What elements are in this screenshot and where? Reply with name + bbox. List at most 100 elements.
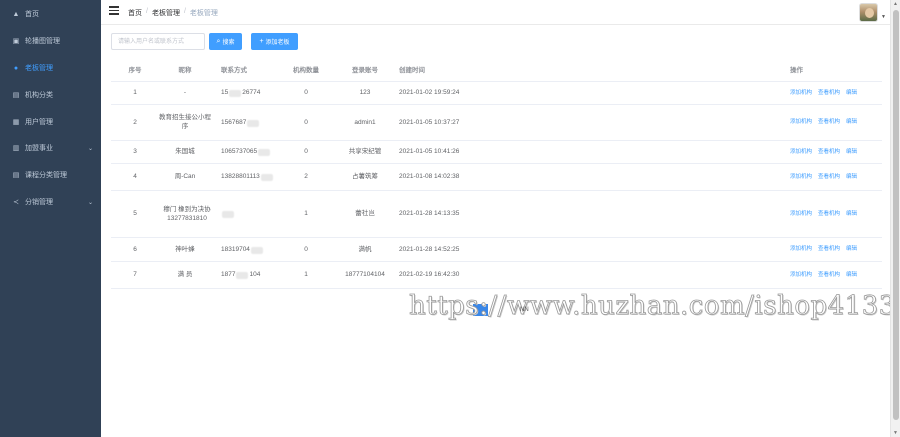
sidebar-item-label: 分销管理: [25, 199, 53, 206]
search-input[interactable]: [111, 33, 205, 50]
briefcase-icon: ▥: [12, 145, 20, 152]
edit-link[interactable]: 编辑: [846, 90, 857, 97]
user-icon: ●: [13, 64, 19, 72]
breadcrumb-separator: /: [183, 8, 186, 15]
redacted-mark: [247, 119, 260, 127]
cell-index: 5: [133, 210, 137, 218]
cell-index: 1: [133, 89, 137, 97]
table-header-row: 序号 昵称 联系方式 机构数量 登录账号 创建时间 操作: [111, 60, 882, 82]
column-header-created: 创建时间: [399, 66, 425, 74]
plus-icon: +: [259, 38, 264, 45]
hamburger-icon[interactable]: [109, 6, 119, 16]
add-org-link[interactable]: 添加机构: [790, 174, 812, 181]
phone-suffix: 104: [249, 271, 261, 279]
sidebar-item-home[interactable]: ▲ 首页: [0, 1, 101, 27]
redacted-mark: [236, 272, 249, 279]
page-scrollbar[interactable]: ▲ ▼: [890, 0, 900, 437]
breadcrumb-home[interactable]: 首页: [128, 8, 142, 18]
cell-account: admin1: [354, 118, 376, 126]
view-org-link[interactable]: 查看机构: [818, 90, 840, 97]
breadcrumb: 首页 / 老板管理 / 老板管理: [128, 8, 218, 18]
cell-actions: 添加机构 查看机构 编辑: [790, 105, 880, 141]
cell-org-count: 0: [304, 118, 308, 126]
search-button[interactable]: ⌕ 搜索: [209, 33, 242, 50]
add-boss-button[interactable]: + 添加老板: [251, 33, 298, 50]
app-root: ▲ 首页 ▣ 轮播图管理 ● 老板管理 ▤ 机构分类 ▦ 用户管理 ▥ 加盟事业…: [0, 0, 900, 437]
cell-org-count: 2: [304, 173, 308, 181]
cell-actions: 添加机构 查看机构 编辑: [790, 141, 880, 164]
edit-link[interactable]: 编辑: [846, 272, 857, 279]
view-org-link[interactable]: 查看机构: [818, 246, 840, 253]
users-icon: ▦: [12, 119, 20, 126]
home-icon: ▲: [12, 10, 20, 18]
cell-created: 2021-02-19 16:42:30: [399, 271, 460, 279]
cell-created: 2021-01-02 19:59:24: [399, 89, 460, 97]
view-org-link[interactable]: 查看机构: [818, 211, 840, 218]
cell-nickname: 满 员: [177, 271, 193, 279]
cell-account: 18777104104: [345, 271, 385, 279]
edit-link[interactable]: 编辑: [846, 211, 857, 218]
sidebar-item-boss-management[interactable]: ● 老板管理: [0, 55, 101, 81]
avatar[interactable]: [859, 3, 878, 22]
column-header-account: 登录账号: [352, 66, 378, 74]
add-org-link[interactable]: 添加机构: [790, 272, 812, 279]
redacted-mark: [260, 174, 273, 181]
cell-org-count: 1: [304, 271, 308, 279]
sidebar-item-banners[interactable]: ▣ 轮播图管理: [0, 28, 101, 54]
phone-prefix: 13828801113: [221, 173, 260, 181]
image-icon: ▣: [12, 38, 20, 45]
view-org-link[interactable]: 查看机构: [818, 119, 840, 126]
search-button-label: 搜索: [222, 40, 235, 46]
sidebar-item-distribution[interactable]: ≺ 分销管理 ⌄: [0, 189, 101, 215]
sidebar: ▲ 首页 ▣ 轮播图管理 ● 老板管理 ▤ 机构分类 ▦ 用户管理 ▥ 加盟事业…: [0, 0, 101, 437]
caret-down-icon[interactable]: ▼: [881, 14, 886, 20]
add-org-link[interactable]: 添加机构: [790, 211, 812, 218]
phone-prefix: 1065737065: [221, 148, 258, 156]
cell-created: 2021-01-05 10:41:26: [399, 148, 460, 156]
share-icon: ≺: [13, 199, 19, 206]
column-header-nickname: 昵称: [178, 66, 192, 74]
redacted-mark: [229, 90, 242, 97]
breadcrumb-section[interactable]: 老板管理: [152, 8, 180, 18]
edit-link[interactable]: 编辑: [846, 149, 857, 156]
add-org-link[interactable]: 添加机构: [790, 246, 812, 253]
cell-contact: 18319704: [221, 238, 281, 262]
scroll-up-icon[interactable]: ▲: [893, 1, 898, 7]
cell-actions: 添加机构 查看机构 编辑: [790, 191, 880, 238]
sidebar-item-label: 用户管理: [25, 119, 53, 126]
top-navbar: 首页 / 老板管理 / 老板管理 ▼: [101, 0, 890, 25]
add-org-link[interactable]: 添加机构: [790, 149, 812, 156]
scrollbar-thumb[interactable]: [893, 10, 899, 420]
sidebar-item-categories[interactable]: ▤ 机构分类: [0, 82, 101, 108]
add-org-link[interactable]: 添加机构: [790, 119, 812, 126]
table-row: 6 神叶蜂 18319704 0 满帆 2021-01-28 14:52:25 …: [111, 238, 882, 262]
cell-actions: 添加机构 查看机构 编辑: [790, 238, 880, 262]
table-row: 1 - 15 26774 0 123 2021-01-02 19:59:24 添加…: [111, 82, 882, 105]
scroll-down-icon[interactable]: ▼: [893, 430, 898, 436]
cell-contact: 1567687: [221, 105, 281, 141]
chevron-down-icon: ⌄: [87, 199, 93, 206]
add-boss-button-label: 添加老板: [265, 40, 290, 46]
edit-link[interactable]: 编辑: [846, 174, 857, 181]
sidebar-item-course-categories[interactable]: ▤ 课程分类管理: [0, 162, 101, 188]
sidebar-item-franchise[interactable]: ▥ 加盟事业 ⌄: [0, 135, 101, 161]
add-org-link[interactable]: 添加机构: [790, 90, 812, 97]
cell-contact: 1877 104: [221, 262, 281, 289]
view-org-link[interactable]: 查看机构: [818, 272, 840, 279]
watermark-text: https://www.huzhan.com/ishop41338: [409, 291, 900, 322]
cell-index: 2: [133, 118, 137, 126]
cell-actions: 添加机构 查看机构 编辑: [790, 262, 880, 289]
list-icon: ▤: [12, 92, 20, 99]
cell-actions: 添加机构 查看机构 编辑: [790, 164, 880, 191]
view-org-link[interactable]: 查看机构: [818, 149, 840, 156]
cell-contact: 15 26774: [221, 82, 281, 105]
cell-nickname: 教育招生接公小程序: [159, 114, 211, 130]
cell-nickname: 周-Can: [174, 173, 196, 181]
phone-prefix: 15: [221, 89, 229, 97]
chevron-down-icon: ⌄: [87, 145, 93, 152]
edit-link[interactable]: 编辑: [846, 246, 857, 253]
search-icon: ⌕: [216, 37, 221, 45]
edit-link[interactable]: 编辑: [846, 119, 857, 126]
sidebar-item-users[interactable]: ▦ 用户管理: [0, 109, 101, 135]
view-org-link[interactable]: 查看机构: [818, 174, 840, 181]
